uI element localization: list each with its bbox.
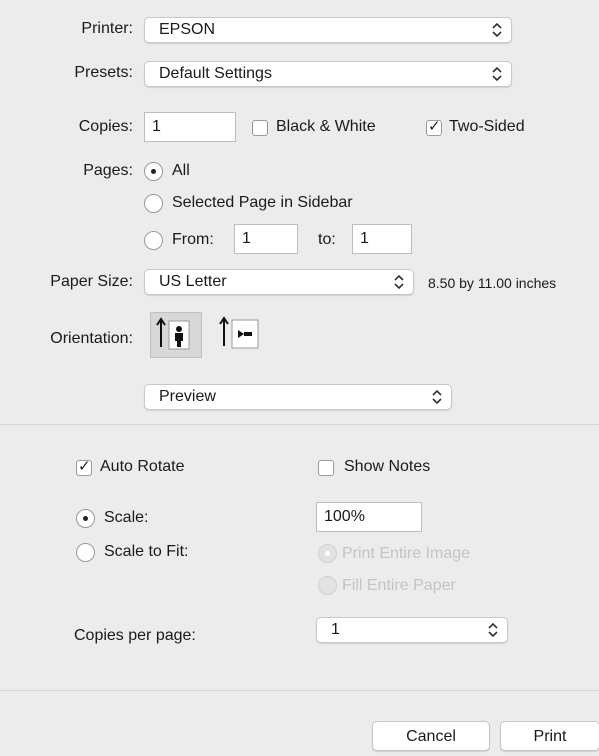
portrait-icon [156, 317, 190, 350]
copies-per-page-value: 1 [331, 621, 340, 638]
pages-to-label: to: [318, 231, 336, 248]
scale-label: Scale: [104, 509, 149, 526]
scale-radio[interactable] [76, 509, 95, 528]
printer-value: EPSON [159, 21, 216, 38]
print-entire-image-label: Print Entire Image [342, 545, 471, 562]
show-notes-checkbox[interactable] [318, 460, 334, 476]
print-button[interactable]: Print [500, 721, 599, 751]
pages-sidebar-radio[interactable] [144, 194, 163, 213]
copies-value: 1 [152, 118, 161, 135]
section-divider [0, 424, 599, 425]
chevron-updown-icon [492, 66, 502, 82]
pages-all-label: All [172, 162, 190, 179]
chevron-updown-icon [488, 622, 498, 638]
portrait-orientation-button[interactable] [150, 312, 202, 358]
black-white-checkbox[interactable] [252, 120, 268, 136]
orientation-label: Orientation: [50, 330, 133, 347]
paper-size-popup[interactable]: US Letter [144, 269, 414, 295]
footer-divider [0, 690, 599, 691]
landscape-orientation-button[interactable] [214, 312, 266, 358]
scale-to-fit-radio[interactable] [76, 543, 95, 562]
scale-to-fit-label: Scale to Fit: [104, 543, 189, 560]
printer-popup[interactable]: EPSON [144, 17, 512, 43]
two-sided-label: Two-Sided [449, 118, 525, 135]
pages-label: Pages: [83, 162, 133, 179]
presets-value: Default Settings [159, 65, 272, 82]
pages-from-radio[interactable] [144, 231, 163, 250]
to-value: 1 [360, 230, 369, 247]
printer-label: Printer: [81, 20, 133, 37]
from-value: 1 [242, 230, 251, 247]
black-white-label: Black & White [276, 118, 376, 135]
copies-per-page-popup[interactable]: 1 [316, 617, 508, 643]
show-notes-label: Show Notes [344, 458, 431, 475]
fill-entire-paper-radio[interactable] [318, 576, 337, 595]
auto-rotate-checkbox[interactable] [76, 457, 92, 476]
copies-field[interactable]: 1 [144, 112, 236, 142]
copies-per-page-label: Copies per page: [74, 627, 196, 644]
scale-field[interactable]: 100% [316, 502, 422, 532]
pages-sidebar-label: Selected Page in Sidebar [172, 194, 353, 211]
chevron-updown-icon [492, 22, 502, 38]
pages-to-field[interactable]: 1 [352, 224, 412, 254]
pages-from-label: From: [172, 231, 214, 248]
scale-value: 100% [324, 508, 365, 525]
auto-rotate-label: Auto Rotate [100, 458, 185, 475]
presets-popup[interactable]: Default Settings [144, 61, 512, 87]
presets-label: Presets: [74, 64, 133, 81]
two-sided-checkbox[interactable] [426, 117, 442, 136]
pages-from-field[interactable]: 1 [234, 224, 298, 254]
chevron-updown-icon [432, 389, 442, 405]
landscape-icon [219, 316, 259, 349]
cancel-button[interactable]: Cancel [372, 721, 490, 751]
print-entire-image-radio[interactable] [318, 544, 337, 563]
section-popup[interactable]: Preview [144, 384, 452, 410]
section-value: Preview [159, 388, 216, 405]
fill-entire-paper-label: Fill Entire Paper [342, 577, 456, 594]
paper-dimensions: 8.50 by 11.00 inches [428, 275, 557, 291]
paper-size-label: Paper Size: [50, 273, 133, 290]
paper-size-value: US Letter [159, 273, 227, 290]
copies-label: Copies: [78, 118, 133, 135]
pages-all-radio[interactable] [144, 162, 163, 181]
chevron-updown-icon [394, 274, 404, 290]
